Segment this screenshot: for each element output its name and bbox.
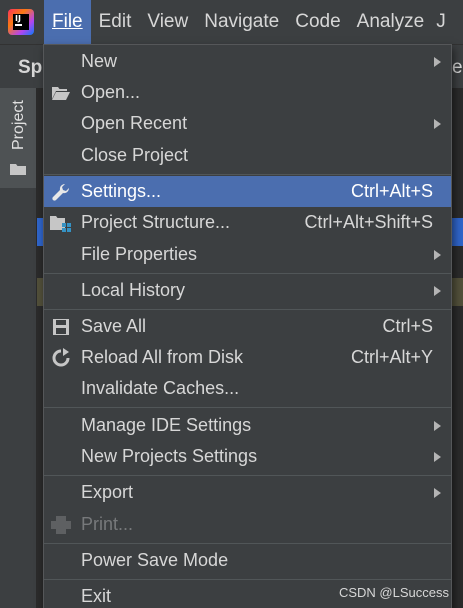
menu-code[interactable]: Code (287, 0, 348, 44)
menu-navigate[interactable]: Navigate (196, 0, 287, 44)
menu-item-invalidate-caches[interactable]: Invalidate Caches... (44, 373, 451, 404)
menu-item-settings-label: Settings... (81, 181, 162, 201)
menu-item-project-structure-shortcut: Ctrl+Alt+Shift+S (304, 212, 433, 232)
menu-item-save-all-shortcut: Ctrl+S (382, 316, 433, 336)
menu-item-new[interactable]: New (44, 46, 451, 77)
menu-separator (44, 579, 451, 580)
menu-item-close-project[interactable]: Close Project (44, 140, 451, 171)
ide-window: IJ File Edit View Navigate Code Analyze … (0, 0, 463, 608)
file-menu-dropdown: New Open... Open Recent Close Project Se… (43, 44, 452, 608)
menu-item-local-history-label: Local History (81, 280, 186, 300)
menu-item-manage-ide-settings-label: Manage IDE Settings (81, 415, 252, 435)
wrench-icon (50, 181, 72, 203)
menu-item-export-label: Export (81, 482, 134, 502)
folder-icon (10, 164, 26, 175)
menu-item-reload-all-label: Reload All from Disk (81, 347, 244, 367)
menu-item-close-project-label: Close Project (81, 145, 189, 165)
menu-separator (44, 543, 451, 544)
submenu-arrow-icon (434, 451, 441, 462)
tool-window-strip: Project (0, 88, 37, 608)
menu-item-export[interactable]: Export (44, 477, 451, 508)
save-disk-icon (50, 316, 72, 338)
menu-item-open-recent-label: Open Recent (81, 113, 188, 133)
menu-separator (44, 273, 451, 274)
menu-separator (44, 309, 451, 310)
menu-separator (44, 174, 451, 175)
submenu-arrow-icon (434, 487, 441, 498)
menu-edit[interactable]: Edit (91, 0, 140, 44)
menu-view[interactable]: View (139, 0, 196, 44)
project-tool-tab[interactable]: Project (0, 88, 36, 188)
menu-item-print-label: Print... (81, 514, 134, 534)
menu-truncated[interactable]: J (432, 0, 454, 44)
project-tab-label: Project (10, 100, 27, 150)
menu-analyze[interactable]: Analyze (349, 0, 433, 44)
menu-item-new-projects-settings-label: New Projects Settings (81, 446, 258, 466)
menu-item-settings-shortcut: Ctrl+Alt+S (350, 181, 433, 201)
menu-item-project-structure-label: Project Structure... (81, 212, 231, 232)
menu-item-print[interactable]: Print... (44, 509, 451, 540)
submenu-arrow-icon (434, 420, 441, 431)
menu-item-reload-all-shortcut: Ctrl+Alt+Y (350, 347, 433, 367)
project-structure-icon (50, 212, 72, 234)
submenu-arrow-icon (434, 285, 441, 296)
menubar: IJ File Edit View Navigate Code Analyze … (0, 0, 463, 44)
menu-item-save-all[interactable]: Save All Ctrl+S (44, 311, 451, 342)
menu-item-power-save-mode-label: Power Save Mode (81, 550, 229, 570)
menu-item-invalidate-caches-label: Invalidate Caches... (81, 378, 240, 398)
breadcrumb-project-fragment[interactable]: Sp (18, 57, 42, 79)
menu-item-project-structure[interactable]: Project Structure... Ctrl+Alt+Shift+S (44, 207, 451, 238)
menu-item-file-properties-label: File Properties (81, 244, 198, 264)
reload-icon (50, 347, 72, 369)
menu-item-open[interactable]: Open... (44, 77, 451, 108)
submenu-arrow-icon (434, 249, 441, 260)
menu-file[interactable]: File (44, 0, 91, 44)
submenu-arrow-icon (434, 56, 441, 67)
watermark-text: CSDN @LSuccess (338, 585, 449, 600)
submenu-arrow-icon (434, 118, 441, 129)
menu-item-power-save-mode[interactable]: Power Save Mode (44, 545, 451, 576)
open-folder-icon (50, 82, 72, 104)
menu-item-reload-all[interactable]: Reload All from Disk Ctrl+Alt+Y (44, 342, 451, 373)
menu-item-exit-label: Exit (81, 586, 112, 606)
menu-item-open-recent[interactable]: Open Recent (44, 108, 451, 139)
menu-item-save-all-label: Save All (81, 316, 147, 336)
menu-separator (44, 407, 451, 408)
intellij-logo-icon: IJ (8, 9, 34, 35)
menu-separator (44, 475, 451, 476)
menu-item-settings[interactable]: Settings... Ctrl+Alt+S (44, 176, 451, 207)
menu-item-file-properties[interactable]: File Properties (44, 239, 451, 270)
breadcrumb-right-fragment[interactable]: e (452, 57, 463, 79)
menu-item-new-projects-settings[interactable]: New Projects Settings (44, 441, 451, 472)
printer-icon (50, 514, 72, 536)
menu-item-manage-ide-settings[interactable]: Manage IDE Settings (44, 410, 451, 441)
menu-item-new-label: New (81, 51, 118, 71)
menu-item-open-label: Open... (81, 82, 141, 102)
menu-item-local-history[interactable]: Local History (44, 275, 451, 306)
